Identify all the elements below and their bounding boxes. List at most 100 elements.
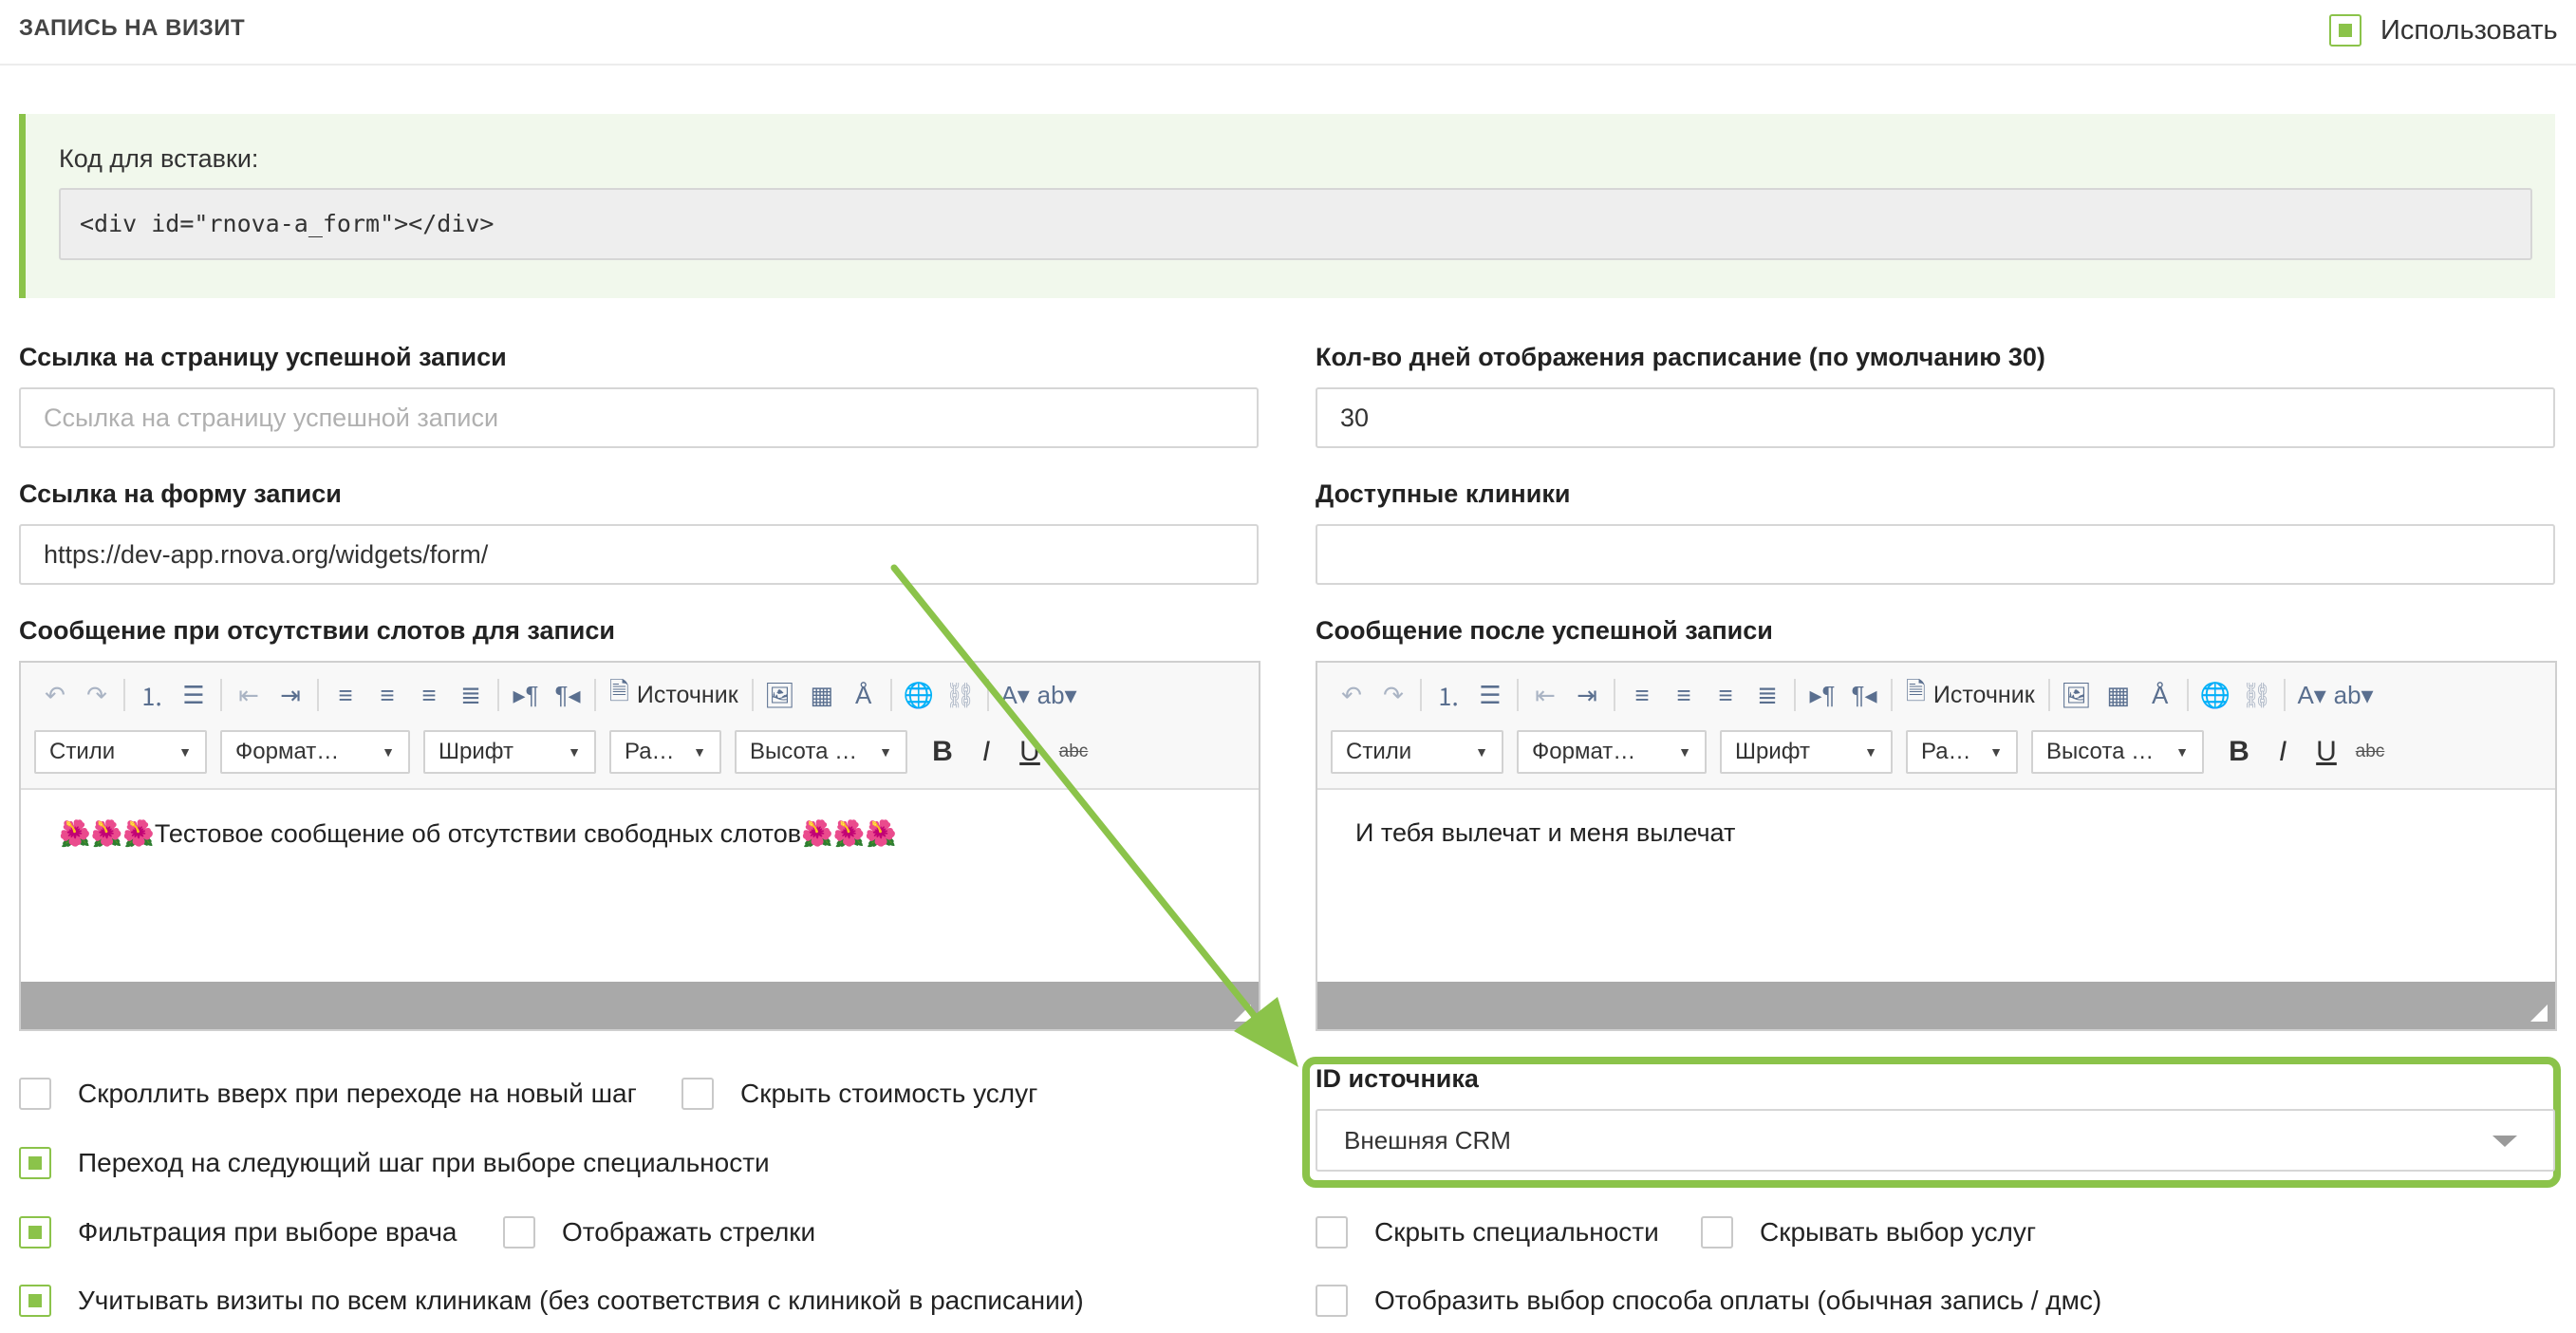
option-checkbox[interactable] <box>503 1216 535 1249</box>
ltr-icon[interactable]: ▸¶ <box>505 676 547 714</box>
undo-icon[interactable]: ↶ <box>34 676 76 714</box>
option-hide-specialties[interactable]: Скрыть специальности <box>1316 1213 1659 1251</box>
option-checkbox[interactable] <box>19 1216 51 1249</box>
rtl-icon[interactable]: ¶◂ <box>547 676 588 714</box>
resize-grip-icon[interactable] <box>2530 1004 2548 1022</box>
option-checkbox[interactable] <box>1316 1285 1348 1317</box>
format-combo[interactable]: Формат… ▼ <box>1517 730 1707 774</box>
option-payment-method[interactable]: Отобразить выбор способа оплаты (обычная… <box>1316 1282 2101 1320</box>
underline-button[interactable]: U <box>2305 730 2348 774</box>
italic-button[interactable]: I <box>964 730 1008 774</box>
numbered-list-icon[interactable]: ⒈ <box>131 676 173 714</box>
background-color-icon[interactable]: ab▾ <box>1036 676 1078 714</box>
option-next-step-specialty[interactable]: Переход на следующий шаг при выборе спец… <box>19 1144 770 1182</box>
align-justify-icon[interactable]: ≣ <box>450 676 492 714</box>
bulleted-list-icon[interactable]: ☰ <box>1469 676 1511 714</box>
resize-grip-icon[interactable] <box>1234 1004 1251 1022</box>
underline-button[interactable]: U <box>1008 730 1052 774</box>
align-center-icon[interactable]: ≡ <box>1663 676 1705 714</box>
editor-content[interactable]: 🌺🌺🌺Тестовое сообщение об отсутствии своб… <box>21 790 1259 982</box>
option-scroll-top[interactable]: Скроллить вверх при переходе на новый ша… <box>19 1075 637 1113</box>
option-checkbox[interactable] <box>19 1078 51 1110</box>
numbered-list-icon[interactable]: ⒈ <box>1428 676 1469 714</box>
option-filter-doctor[interactable]: Фильтрация при выборе врача <box>19 1213 457 1251</box>
source-button[interactable]: 🗎 Источник <box>602 674 746 716</box>
toolbar-divider <box>2047 679 2050 711</box>
option-checkbox[interactable] <box>1316 1216 1348 1249</box>
embed-code-field[interactable]: <div id="rnova-a_form"></div> <box>59 188 2532 260</box>
size-combo[interactable]: Ра… ▼ <box>609 730 721 774</box>
use-checkbox[interactable] <box>2329 14 2361 47</box>
option-label: Скрыть стоимость услуг <box>740 1079 1038 1108</box>
text-color-icon[interactable]: A▾ <box>995 676 1036 714</box>
option-show-arrows[interactable]: Отображать стрелки <box>503 1213 815 1251</box>
outdent-icon[interactable]: ⇤ <box>228 676 270 714</box>
format-combo[interactable]: Формат… ▼ <box>220 730 410 774</box>
source-id-label: ID источника <box>1316 1064 1479 1093</box>
styles-combo[interactable]: Стили ▼ <box>1331 730 1503 774</box>
indent-icon[interactable]: ⇥ <box>270 676 311 714</box>
link-icon[interactable]: 🌐 <box>898 676 940 714</box>
success-page-input[interactable]: Ссылка на страницу успешной записи <box>19 387 1259 448</box>
spellcheck-icon[interactable]: Å <box>843 676 885 714</box>
outdent-icon[interactable]: ⇤ <box>1524 676 1566 714</box>
form-link-input[interactable]: https://dev-app.rnova.org/widgets/form/ <box>19 524 1259 585</box>
option-label: Скроллить вверх при переходе на новый ша… <box>78 1079 637 1108</box>
align-left-icon[interactable]: ≡ <box>325 676 366 714</box>
source-id-value: Внешняя CRM <box>1344 1126 1511 1155</box>
styles-combo[interactable]: Стили ▼ <box>34 730 207 774</box>
format-combo-label: Формат… <box>1532 739 1636 764</box>
option-hide-prices[interactable]: Скрыть стоимость услуг <box>681 1075 1037 1113</box>
toolbar-divider <box>220 679 222 711</box>
toolbar-divider <box>2186 679 2189 711</box>
rtl-icon[interactable]: ¶◂ <box>1843 676 1885 714</box>
line-height-combo[interactable]: Высота … ▼ <box>2031 730 2204 774</box>
undo-icon[interactable]: ↶ <box>1331 676 1372 714</box>
strikethrough-button[interactable]: abc <box>1052 730 1095 774</box>
font-combo[interactable]: Шрифт ▼ <box>1720 730 1893 774</box>
bold-button[interactable]: B <box>921 730 964 774</box>
line-height-combo[interactable]: Высота … ▼ <box>735 730 907 774</box>
source-id-select[interactable]: Внешняя CRM <box>1316 1109 2555 1172</box>
redo-icon[interactable]: ↷ <box>1372 676 1414 714</box>
option-checkbox[interactable] <box>1701 1216 1733 1249</box>
option-all-clinics-visits[interactable]: Учитывать визиты по всем клиникам (без с… <box>19 1282 1084 1320</box>
source-button[interactable]: 🗎 Источник <box>1898 674 2043 716</box>
option-checkbox[interactable] <box>681 1078 714 1110</box>
styles-combo-label: Стили <box>1346 739 1412 764</box>
italic-button[interactable]: I <box>2261 730 2305 774</box>
use-toggle[interactable]: Использовать <box>2329 11 2558 49</box>
ltr-icon[interactable]: ▸¶ <box>1801 676 1843 714</box>
option-checkbox[interactable] <box>19 1285 51 1317</box>
chevron-down-icon <box>2492 1136 2517 1147</box>
link-icon[interactable]: 🌐 <box>2194 676 2236 714</box>
table-icon[interactable]: ▦ <box>2098 676 2139 714</box>
option-hide-services[interactable]: Скрывать выбор услуг <box>1701 1213 2036 1251</box>
text-color-icon[interactable]: A▾ <box>2291 676 2333 714</box>
option-checkbox[interactable] <box>19 1147 51 1179</box>
align-right-icon[interactable]: ≡ <box>408 676 450 714</box>
align-justify-icon[interactable]: ≣ <box>1746 676 1788 714</box>
align-center-icon[interactable]: ≡ <box>366 676 408 714</box>
image-icon[interactable]: 🖼 <box>759 676 801 714</box>
bulleted-list-icon[interactable]: ☰ <box>173 676 215 714</box>
days-input[interactable]: 30 <box>1316 387 2555 448</box>
font-combo[interactable]: Шрифт ▼ <box>423 730 596 774</box>
strikethrough-button[interactable]: abc <box>2348 730 2392 774</box>
table-icon[interactable]: ▦ <box>801 676 843 714</box>
align-right-icon[interactable]: ≡ <box>1705 676 1746 714</box>
background-color-icon[interactable]: ab▾ <box>2333 676 2375 714</box>
image-icon[interactable]: 🖼 <box>2056 676 2098 714</box>
size-combo-label: Ра… <box>625 739 675 764</box>
unlink-icon[interactable]: ⛓ <box>940 676 981 714</box>
size-combo[interactable]: Ра… ▼ <box>1906 730 2018 774</box>
editor-content[interactable]: И тебя вылечат и меня вылечат <box>1317 790 2555 982</box>
align-left-icon[interactable]: ≡ <box>1621 676 1663 714</box>
bold-button[interactable]: B <box>2217 730 2261 774</box>
unlink-icon[interactable]: ⛓ <box>2236 676 2278 714</box>
spellcheck-icon[interactable]: Å <box>2139 676 2181 714</box>
redo-icon[interactable]: ↷ <box>76 676 118 714</box>
indent-icon[interactable]: ⇥ <box>1566 676 1608 714</box>
source-button-label: Источник <box>636 681 738 708</box>
clinics-input[interactable] <box>1316 524 2555 585</box>
